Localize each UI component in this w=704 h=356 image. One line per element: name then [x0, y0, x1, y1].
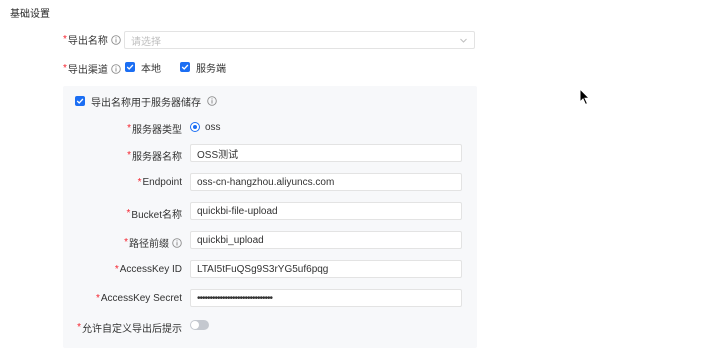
required-mark: *: [127, 123, 131, 134]
required-mark: *: [137, 177, 142, 188]
info-icon: [207, 96, 217, 106]
channel-server-label: 服务端: [196, 63, 226, 75]
endpoint-label-text: Endpoint: [142, 177, 182, 188]
server-type-radio[interactable]: [190, 122, 200, 132]
bucket-input[interactable]: quickbi-file-upload: [190, 202, 462, 220]
export-channel-label: * 导出渠道: [63, 61, 121, 76]
access-key-secret-label-text: AccessKey Secret: [100, 293, 182, 304]
access-key-id-label-text: AccessKey ID: [119, 264, 182, 275]
server-storage-option[interactable]: 导出名称用于服务器储存: [75, 92, 217, 110]
bucket-label: * Bucket名称: [127, 206, 182, 221]
channel-server-checkbox[interactable]: [180, 62, 190, 72]
allow-custom-hint-label: * 允许自定义导出后提示: [77, 320, 182, 335]
info-icon: [111, 63, 121, 74]
required-mark: *: [63, 34, 67, 45]
section-title: 基础设置: [10, 9, 50, 20]
path-prefix-label-text: 路径前缀: [129, 239, 169, 250]
required-mark: *: [77, 322, 81, 333]
server-name-value: OSS测试: [197, 149, 239, 161]
access-key-id-input[interactable]: LTAI5tFuQSg9S3rYG5uf6pqg: [190, 260, 462, 278]
path-prefix-value: quickbi_upload: [197, 234, 264, 246]
allow-custom-hint-toggle[interactable]: [190, 320, 209, 330]
server-type-radio-option[interactable]: oss: [190, 118, 221, 136]
export-name-label: * 导出名称: [63, 32, 121, 47]
required-mark: *: [63, 63, 67, 74]
channel-local-checkbox[interactable]: [125, 62, 135, 72]
server-name-label: * 服务器名称: [127, 148, 182, 163]
access-key-id-value: LTAI5tFuQSg9S3rYG5uf6pqg: [197, 263, 329, 275]
info-icon: [172, 237, 182, 248]
required-mark: *: [124, 237, 128, 248]
channel-server-option[interactable]: 服务端: [180, 58, 226, 76]
server-name-input[interactable]: OSS测试: [190, 144, 462, 162]
check-icon: [181, 64, 189, 70]
required-mark: *: [95, 293, 100, 304]
check-icon: [76, 98, 84, 104]
endpoint-label: * Endpoint: [138, 177, 182, 188]
export-name-label-text: 导出名称: [67, 36, 108, 47]
access-key-id-label: * AccessKey ID: [115, 264, 182, 275]
access-key-secret-label: * AccessKey Secret: [96, 293, 182, 304]
access-key-secret-input[interactable]: ••••••••••••••••••••••••••••••: [190, 289, 462, 307]
path-prefix-input[interactable]: quickbi_upload: [190, 231, 462, 249]
chevron-down-icon: [460, 38, 467, 43]
info-icon: [111, 34, 121, 45]
mouse-cursor-icon: [579, 88, 591, 106]
allow-custom-hint-label-text: 允许自定义导出后提示: [82, 324, 182, 335]
required-mark: *: [127, 150, 131, 161]
bucket-value: quickbi-file-upload: [197, 205, 278, 217]
required-mark: *: [114, 264, 119, 275]
export-channel-label-text: 导出渠道: [67, 65, 108, 76]
check-icon: [126, 64, 134, 70]
channel-local-label: 本地: [141, 63, 161, 75]
server-name-label-text: 服务器名称: [132, 152, 182, 163]
required-mark: *: [126, 208, 131, 219]
channel-local-option[interactable]: 本地: [125, 58, 161, 76]
access-key-secret-value: ••••••••••••••••••••••••••••••: [197, 292, 273, 304]
endpoint-value: oss-cn-hangzhou.aliyuncs.com: [197, 176, 335, 188]
bucket-label-text: Bucket名称: [131, 210, 182, 221]
export-name-select[interactable]: 请选择: [124, 31, 475, 49]
path-prefix-label: * 路径前缀: [124, 235, 182, 250]
export-name-placeholder: 请选择: [131, 36, 161, 48]
server-type-value: oss: [205, 121, 221, 133]
server-type-label-text: 服务器类型: [132, 125, 182, 136]
server-storage-label: 导出名称用于服务器储存: [91, 97, 201, 109]
endpoint-input[interactable]: oss-cn-hangzhou.aliyuncs.com: [190, 173, 462, 191]
server-type-label: * 服务器类型: [127, 121, 182, 136]
server-storage-checkbox[interactable]: [75, 96, 85, 106]
